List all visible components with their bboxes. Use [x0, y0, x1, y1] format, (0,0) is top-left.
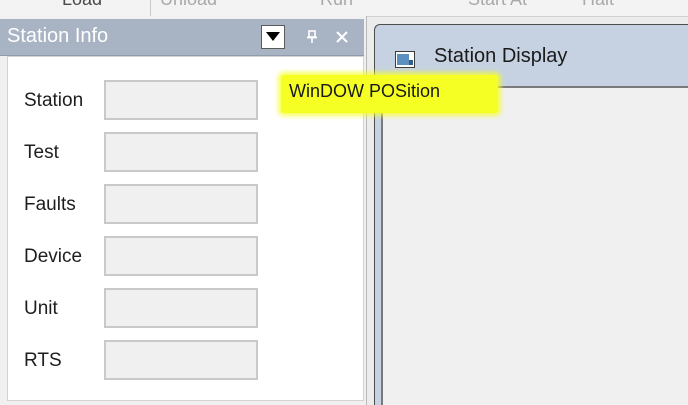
faults-label: Faults: [24, 194, 76, 215]
run-button[interactable]: Run: [320, 0, 353, 10]
load-button[interactable]: Load: [62, 0, 102, 10]
rts-label: RTS: [24, 350, 62, 371]
tooltip-text: WinDOW POSition: [289, 81, 441, 101]
chevron-down-icon: [266, 32, 280, 41]
unload-button[interactable]: Unload: [160, 0, 217, 10]
station-field[interactable]: [104, 80, 258, 120]
window-position-button[interactable]: [261, 25, 285, 49]
rts-field[interactable]: [104, 340, 258, 380]
toolbar: Load Unload Run Start At Halt: [0, 0, 688, 17]
test-field[interactable]: [104, 132, 258, 172]
station-display-title: Station Display: [434, 45, 568, 67]
station-info-title: Station Info: [7, 25, 109, 47]
station-display-client-area: [381, 86, 688, 405]
close-icon: [336, 31, 348, 43]
station-label: Station: [24, 90, 84, 111]
test-label: Test: [24, 142, 59, 163]
faults-field[interactable]: [104, 184, 258, 224]
device-field[interactable]: [104, 236, 258, 276]
close-button[interactable]: [331, 25, 355, 49]
toolbar-separator: [150, 0, 151, 16]
start-at-button[interactable]: Start At: [468, 0, 527, 10]
station-info-title-bar[interactable]: Station Info: [0, 19, 364, 56]
halt-button[interactable]: Halt: [582, 0, 614, 10]
app-window-icon: [395, 51, 415, 68]
device-label: Device: [24, 246, 83, 267]
pin-icon: [307, 30, 317, 43]
pin-button[interactable]: [301, 25, 325, 49]
unit-field[interactable]: [104, 288, 258, 328]
window-position-tooltip: WinDOW POSition: [281, 75, 498, 113]
unit-label: Unit: [24, 298, 58, 319]
